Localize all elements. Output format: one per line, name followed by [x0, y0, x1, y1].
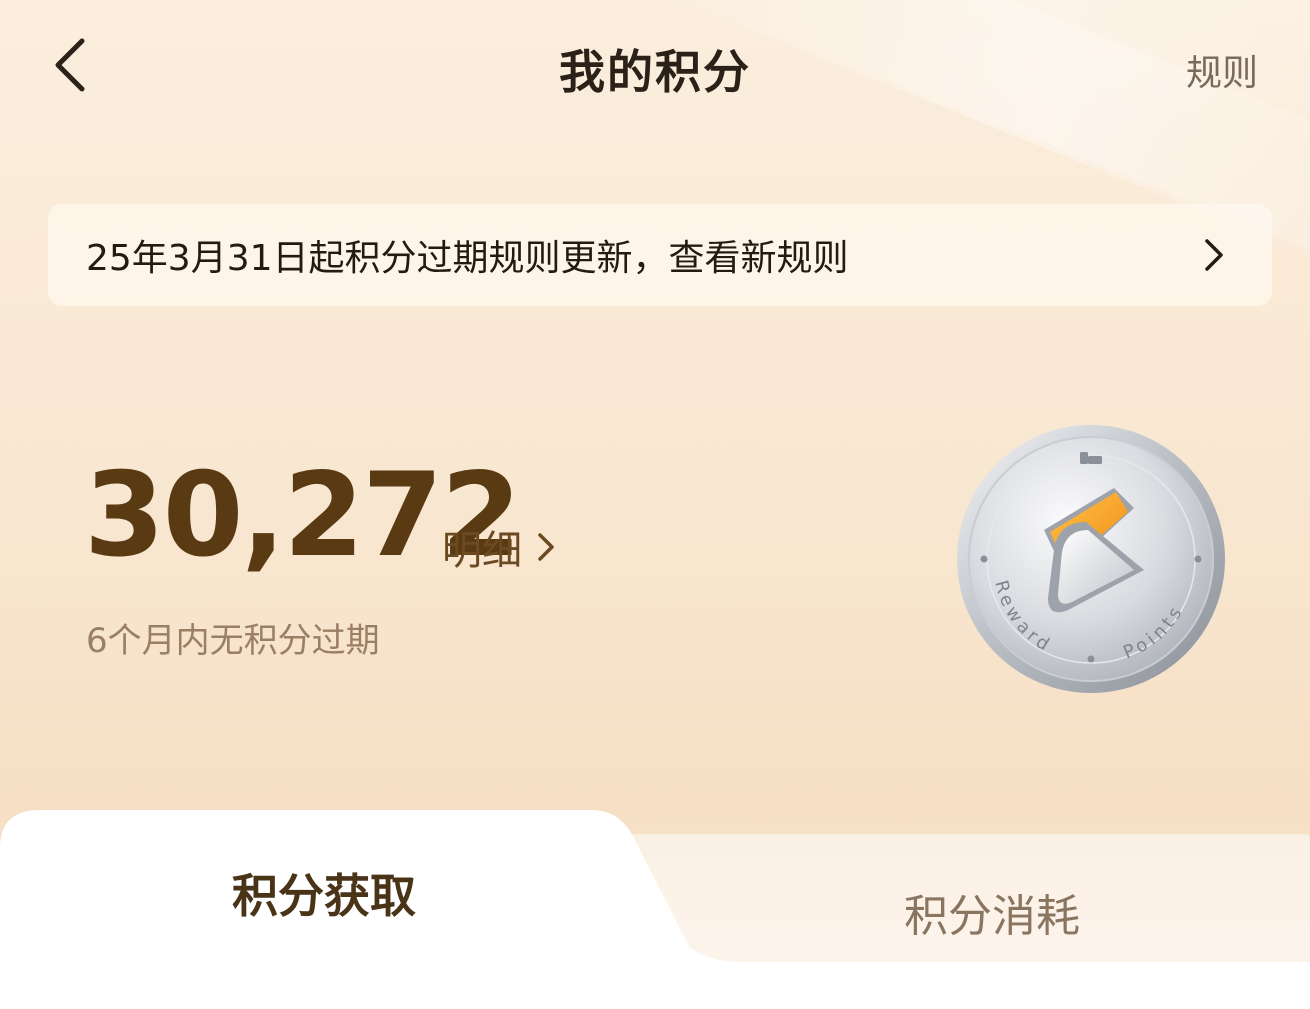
detail-label: 明细 — [442, 528, 522, 574]
header: 我的积分 规则 — [0, 0, 1310, 130]
rules-update-notice[interactable]: 25年3月31日起积分过期规则更新，查看新规则 — [48, 204, 1272, 306]
tab-spend[interactable]: 积分消耗 — [904, 880, 1080, 944]
rules-link[interactable]: 规则 — [1186, 44, 1258, 96]
tab-earn-background — [0, 810, 1310, 1009]
chevron-right-icon — [1194, 235, 1234, 275]
points-tabs: 积分获取 积分消耗 — [0, 808, 1310, 1009]
reward-points-coin-icon: Reward Points — [954, 422, 1228, 696]
notice-text: 25年3月31日起积分过期规则更新，查看新规则 — [86, 238, 849, 279]
points-detail-link[interactable]: 明细 — [442, 518, 564, 576]
chevron-right-icon — [536, 527, 564, 567]
page-title: 我的积分 — [559, 45, 751, 99]
expiry-note: 6个月内无积分过期 — [86, 621, 380, 661]
tab-earn[interactable]: 积分获取 — [232, 860, 416, 926]
